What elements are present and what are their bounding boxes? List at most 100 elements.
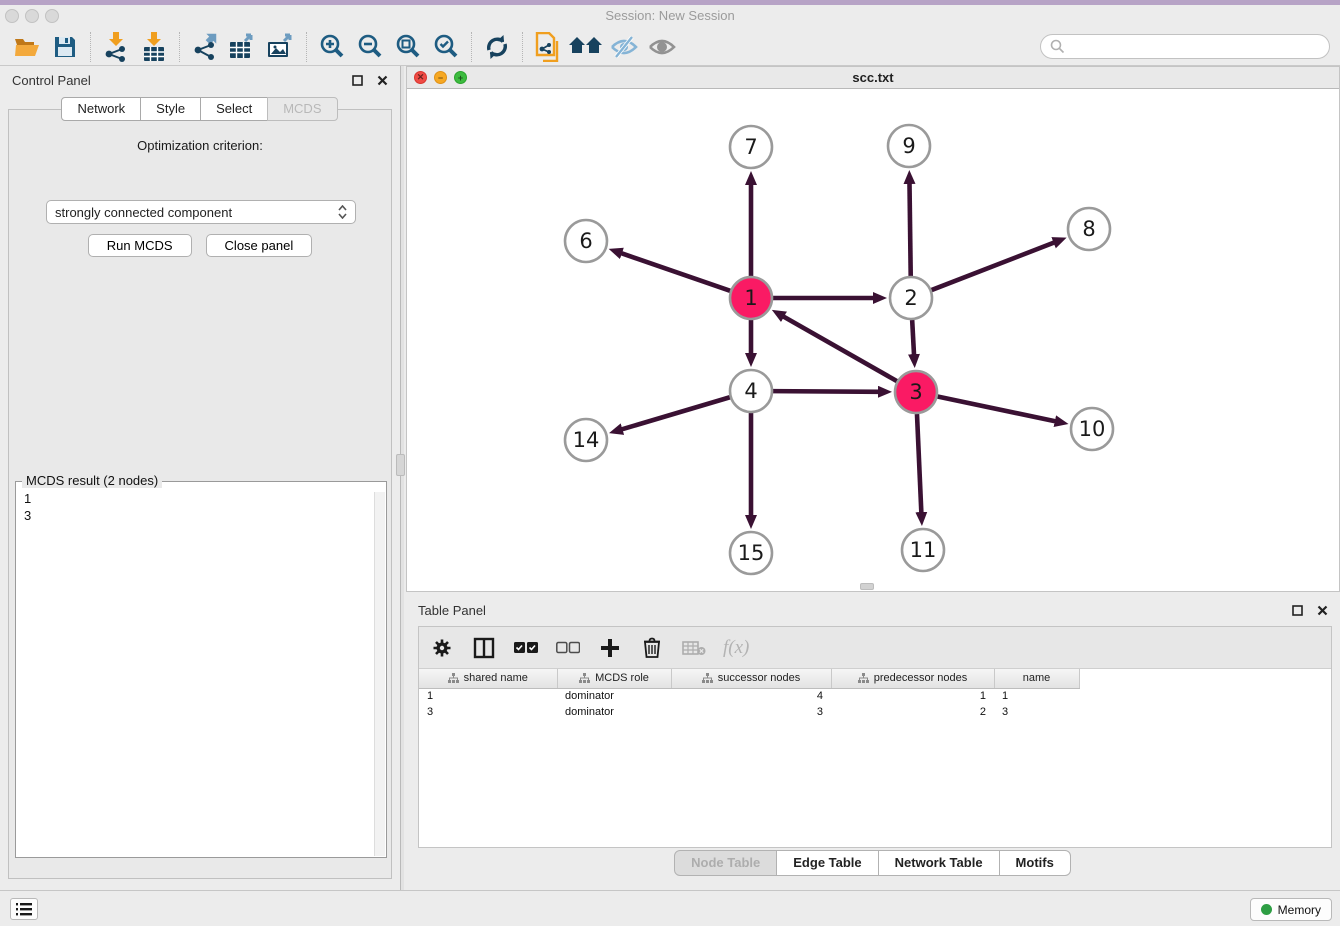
cell-name[interactable]: 3 — [994, 704, 1079, 720]
criterion-dropdown[interactable]: strongly connected component — [46, 200, 356, 224]
network-minimize-button[interactable]: − — [434, 71, 447, 84]
panel-splitter[interactable] — [400, 66, 404, 890]
close-table-panel-icon[interactable] — [1317, 605, 1328, 616]
tab-mcds[interactable]: MCDS — [267, 97, 337, 121]
duplicate-network-icon[interactable] — [529, 31, 567, 63]
cell-mcds-role[interactable]: dominator — [557, 704, 671, 720]
refresh-layout-icon[interactable] — [478, 31, 516, 63]
tab-network-table[interactable]: Network Table — [878, 850, 1000, 876]
edge-2-8[interactable] — [932, 242, 1055, 290]
graph-node-label: 15 — [738, 541, 765, 565]
cell-mcds-role[interactable]: dominator — [557, 688, 671, 704]
run-mcds-button[interactable]: Run MCDS — [88, 234, 192, 257]
cell-predecessor-nodes[interactable]: 2 — [831, 704, 994, 720]
cell-name[interactable]: 1 — [994, 688, 1079, 704]
edge-3-11[interactable] — [917, 414, 921, 513]
column-header-successor-nodes[interactable]: successor nodes — [671, 669, 831, 688]
node-table: shared name MCDS role successor nodes pr… — [419, 669, 1080, 720]
table-panel-header: Table Panel — [406, 596, 1340, 624]
import-table-icon[interactable] — [135, 31, 173, 63]
graph-node-label: 8 — [1082, 217, 1095, 241]
search-input[interactable] — [1071, 40, 1320, 54]
column-header-predecessor-nodes[interactable]: predecessor nodes — [831, 669, 994, 688]
column-header-mcds-role[interactable]: MCDS role — [557, 669, 671, 688]
export-image-icon[interactable] — [262, 31, 300, 63]
memory-button[interactable]: Memory — [1250, 898, 1332, 921]
network-graph[interactable]: 7968124314101511 — [407, 89, 1339, 591]
edge-2-3[interactable] — [912, 320, 914, 355]
graph-node-label: 11 — [910, 538, 937, 562]
search-box[interactable] — [1040, 34, 1330, 59]
cell-successor-nodes[interactable]: 3 — [671, 704, 831, 720]
delete-table-icon[interactable] — [681, 635, 707, 661]
close-panel-button[interactable]: Close panel — [206, 234, 313, 257]
unselect-all-icon[interactable] — [555, 635, 581, 661]
zoom-fit-icon[interactable] — [389, 31, 427, 63]
cell-shared-name[interactable]: 3 — [419, 704, 557, 720]
window-title: Session: New Session — [0, 8, 1340, 23]
edge-3-1[interactable] — [783, 316, 897, 381]
zoom-in-icon[interactable] — [313, 31, 351, 63]
mcds-result-box: MCDS result (2 nodes) 1 3 — [15, 481, 387, 858]
edge-1-6[interactable] — [621, 253, 730, 291]
table-row[interactable]: 1 dominator 4 1 1 — [419, 688, 1079, 704]
network-maximize-button[interactable]: + — [454, 71, 467, 84]
home-view-icon[interactable] — [567, 31, 605, 63]
settings-icon[interactable] — [429, 635, 455, 661]
split-columns-icon[interactable] — [471, 635, 497, 661]
attribute-type-icon — [579, 673, 590, 683]
cell-shared-name[interactable]: 1 — [419, 688, 557, 704]
select-all-icon[interactable] — [513, 635, 539, 661]
cell-predecessor-nodes[interactable]: 1 — [831, 688, 994, 704]
edge-4-14[interactable] — [621, 397, 729, 429]
open-session-icon[interactable] — [8, 31, 46, 63]
cell-successor-nodes[interactable]: 4 — [671, 688, 831, 704]
zoom-selected-icon[interactable] — [427, 31, 465, 63]
float-panel-icon[interactable] — [352, 75, 363, 86]
export-network-icon[interactable] — [186, 31, 224, 63]
memory-button-label: Memory — [1278, 903, 1321, 917]
control-panel-header: Control Panel — [0, 66, 400, 94]
task-history-button[interactable] — [10, 898, 38, 920]
memory-status-icon — [1261, 904, 1272, 915]
table-panel-title: Table Panel — [418, 603, 486, 618]
hide-selected-icon[interactable] — [605, 31, 643, 63]
add-row-icon[interactable] — [597, 635, 623, 661]
import-network-icon[interactable] — [97, 31, 135, 63]
network-canvas[interactable]: 7968124314101511 — [407, 89, 1339, 591]
function-builder-icon[interactable]: f(x) — [723, 637, 749, 659]
table-row[interactable]: 3 dominator 3 2 3 — [419, 704, 1079, 720]
tab-style[interactable]: Style — [140, 97, 201, 121]
graph-node-label: 4 — [744, 379, 757, 403]
control-panel-title: Control Panel — [12, 73, 91, 88]
export-table-icon[interactable] — [224, 31, 262, 63]
zoom-out-icon[interactable] — [351, 31, 389, 63]
graph-node-label: 6 — [579, 229, 592, 253]
control-panel-tabs: Network Style Select MCDS — [0, 97, 400, 121]
show-all-icon[interactable] — [643, 31, 681, 63]
result-scrollbar[interactable] — [374, 492, 385, 856]
edge-4-3[interactable] — [773, 391, 879, 392]
float-table-panel-icon[interactable] — [1292, 605, 1303, 616]
app-titlebar: Session: New Session — [0, 5, 1340, 28]
close-panel-icon[interactable] — [377, 75, 388, 86]
edge-2-9[interactable] — [909, 183, 910, 276]
mcds-result-list[interactable]: 1 3 — [16, 482, 386, 857]
delete-row-icon[interactable] — [639, 635, 665, 661]
network-window-titlebar[interactable]: ✕ − + scc.txt — [407, 67, 1339, 89]
splitter-grip[interactable] — [396, 454, 405, 476]
network-close-button[interactable]: ✕ — [414, 71, 427, 84]
save-session-icon[interactable] — [46, 31, 84, 63]
edge-3-10[interactable] — [938, 397, 1056, 422]
main-toolbar — [0, 28, 1340, 66]
tab-network[interactable]: Network — [61, 97, 141, 121]
column-header-name[interactable]: name — [994, 669, 1079, 688]
tab-node-table[interactable]: Node Table — [674, 850, 777, 876]
tab-motifs[interactable]: Motifs — [999, 850, 1071, 876]
canvas-splitter-grip[interactable] — [860, 583, 874, 590]
tab-select[interactable]: Select — [200, 97, 268, 121]
status-bar: Memory — [0, 890, 1340, 926]
column-header-shared-name[interactable]: shared name — [419, 669, 557, 688]
optimization-criterion-label: Optimization criterion: — [9, 138, 391, 153]
tab-edge-table[interactable]: Edge Table — [776, 850, 878, 876]
